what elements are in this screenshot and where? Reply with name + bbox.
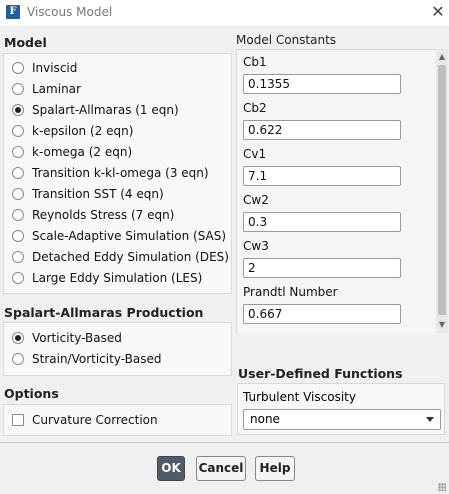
constant-label-cw2: Cw2 (243, 193, 269, 207)
model-constants-heading: Model Constants (236, 33, 337, 47)
model-option-transition-k-kl-omega[interactable]: Transition k-kl-omega (3 eqn) (12, 163, 209, 182)
options-heading: Options (4, 386, 59, 401)
radio-icon (12, 166, 24, 179)
title-bar: F Viscous Model ✕ (0, 0, 449, 26)
model-option-sas[interactable]: Scale-Adaptive Simulation (SAS) (12, 226, 226, 245)
production-group: Vorticity-Based Strain/Vorticity-Based (3, 322, 232, 376)
model-option-spalart-allmaras[interactable]: Spalart-Allmaras (1 eqn) (12, 100, 179, 119)
model-option-reynolds-stress[interactable]: Reynolds Stress (7 eqn) (12, 205, 174, 224)
constant-input-cw2[interactable] (243, 212, 401, 232)
cancel-button[interactable]: Cancel (196, 456, 246, 481)
radio-icon (12, 208, 24, 221)
ok-button[interactable]: OK (157, 456, 185, 481)
radio-icon (12, 187, 24, 200)
scroll-thumb[interactable] (438, 65, 446, 315)
scroll-down-icon[interactable]: ▼ (436, 319, 448, 331)
turbulent-viscosity-label: Turbulent Viscosity (243, 390, 356, 404)
radio-selected-icon (12, 331, 24, 344)
model-option-k-omega[interactable]: k-omega (2 eqn) (12, 142, 132, 161)
model-option-transition-sst[interactable]: Transition SST (4 eqn) (12, 184, 164, 203)
window-title: Viscous Model (27, 5, 113, 19)
model-heading: Model (4, 35, 47, 50)
model-group: Inviscid Laminar Spalart-Allmaras (1 eqn… (3, 53, 232, 294)
constant-label-cb2: Cb2 (243, 101, 267, 115)
radio-icon (12, 352, 24, 365)
model-option-k-epsilon[interactable]: k-epsilon (2 eqn) (12, 121, 133, 140)
app-icon: F (6, 5, 20, 19)
constant-input-cb1[interactable] (243, 74, 401, 94)
resize-grip-icon[interactable] (438, 483, 446, 491)
constant-label-cv1: Cv1 (243, 147, 267, 161)
radio-icon (12, 124, 24, 137)
turbulent-viscosity-select[interactable]: none (243, 409, 441, 430)
options-group: Curvature Correction (3, 404, 232, 436)
model-option-des[interactable]: Detached Eddy Simulation (DES) (12, 247, 229, 266)
radio-icon (12, 250, 24, 263)
footer-divider (0, 442, 449, 443)
radio-icon (12, 145, 24, 158)
radio-icon (12, 61, 24, 74)
model-option-inviscid[interactable]: Inviscid (12, 58, 77, 77)
udf-panel: Turbulent Viscosity none (237, 383, 445, 435)
udf-heading: User-Defined Functions (238, 366, 403, 381)
production-option-strain-vorticity[interactable]: Strain/Vorticity-Based (12, 349, 161, 368)
radio-selected-icon (12, 103, 24, 116)
checkbox-icon (12, 413, 24, 426)
radio-icon (12, 271, 24, 284)
curvature-correction-checkbox[interactable]: Curvature Correction (12, 410, 158, 429)
scroll-up-icon[interactable]: ▲ (436, 51, 448, 63)
close-icon[interactable]: ✕ (428, 0, 448, 24)
constants-scrollbar[interactable]: ▲ ▼ (436, 49, 448, 333)
turbulent-viscosity-value: none (250, 412, 280, 426)
model-constants-panel: Cb1 Cb2 Cv1 Cw2 Cw3 Prandtl Number (236, 49, 437, 334)
chevron-down-icon (426, 417, 434, 422)
constant-label-cb1: Cb1 (243, 55, 267, 69)
constant-label-prandtl: Prandtl Number (243, 285, 338, 299)
model-option-les[interactable]: Large Eddy Simulation (LES) (12, 268, 202, 287)
model-option-laminar[interactable]: Laminar (12, 79, 81, 98)
constant-label-cw3: Cw3 (243, 239, 269, 253)
radio-icon (12, 82, 24, 95)
radio-icon (12, 229, 24, 242)
production-heading: Spalart-Allmaras Production (4, 305, 204, 320)
production-option-vorticity[interactable]: Vorticity-Based (12, 328, 122, 347)
constant-input-prandtl[interactable] (243, 304, 401, 324)
constant-input-cv1[interactable] (243, 166, 401, 186)
help-button[interactable]: Help (255, 456, 295, 481)
constant-input-cw3[interactable] (243, 258, 401, 278)
constant-input-cb2[interactable] (243, 120, 401, 140)
